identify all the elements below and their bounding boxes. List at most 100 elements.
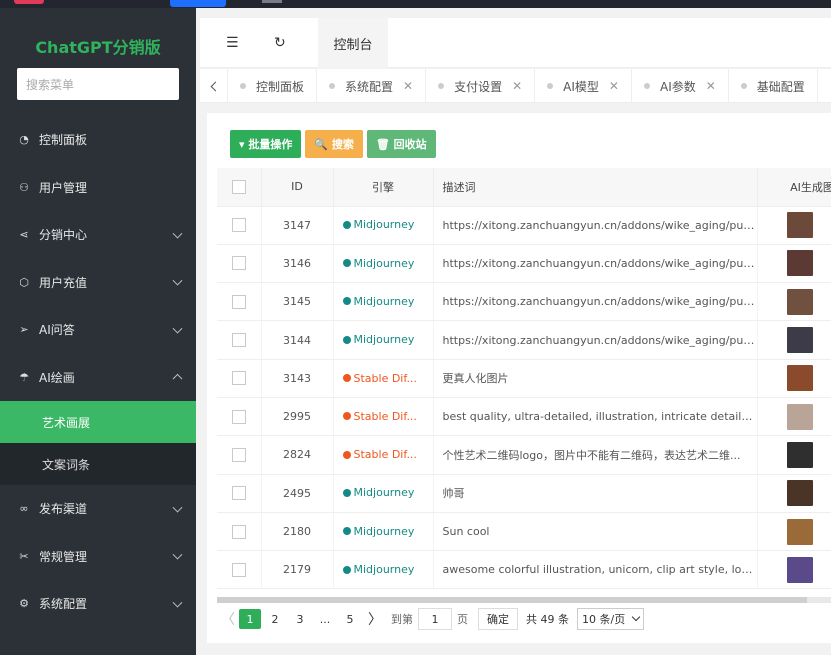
tab-2[interactable]: 支付设置 ✕ xyxy=(426,69,536,103)
sidebar-item-1[interactable]: ⚇ 用户管理 xyxy=(0,164,196,212)
recycle-bin-button[interactable]: 🗑 回收站 xyxy=(366,130,436,158)
row-checkbox[interactable] xyxy=(231,294,246,309)
column-ai-image[interactable]: AI生成图 xyxy=(757,168,831,207)
goto-page-input[interactable]: 1 xyxy=(418,608,452,630)
ai-image-thumbnail[interactable] xyxy=(787,556,813,583)
ai-image-thumbnail[interactable] xyxy=(787,365,813,392)
page-number[interactable]: 1 xyxy=(239,609,261,629)
row-checkbox[interactable] xyxy=(231,486,246,501)
tab-4[interactable]: AI参数 ✕ xyxy=(632,69,729,103)
row-id: 2179 xyxy=(261,550,334,590)
ai-image-thumbnail[interactable] xyxy=(787,327,813,354)
row-id: 2824 xyxy=(261,435,334,475)
tab-5[interactable]: 基础配置 xyxy=(729,69,818,103)
sidebar-menu: ◔ 控制面板 ⚇ 用户管理 ⋖ 分销中心 ⬡ 用户充值 ➢ AI问答 ☂ AI绘画 艺术画展 文案词条 ∞ 发… xyxy=(0,116,196,628)
ai-image-thumbnail[interactable] xyxy=(787,441,813,468)
page-number[interactable]: 3 xyxy=(289,609,311,629)
horizontal-scrollbar[interactable] xyxy=(217,597,831,603)
next-page-button[interactable]: 〉 xyxy=(364,609,386,629)
select-all-checkbox[interactable] xyxy=(231,179,246,194)
sidebar-item-2[interactable]: ⋖ 分销中心 xyxy=(0,211,196,259)
chevron-down-icon xyxy=(172,275,183,286)
ai-image-thumbnail[interactable] xyxy=(787,212,813,239)
sidebar-item-5[interactable]: ☂ AI绘画 xyxy=(0,354,196,402)
ai-image-thumbnail[interactable] xyxy=(787,250,813,277)
sidebar-item-6[interactable]: ∞ 发布渠道 xyxy=(0,485,196,533)
page-number[interactable]: 5 xyxy=(339,609,361,629)
close-icon[interactable]: ✕ xyxy=(512,79,522,93)
scrollbar-thumb[interactable] xyxy=(217,597,807,603)
row-image-cell xyxy=(757,282,831,322)
ai-image-thumbnail[interactable] xyxy=(787,403,813,430)
row-checkbox[interactable] xyxy=(231,409,246,424)
tab-console[interactable]: 控制台 xyxy=(318,18,388,68)
goto-confirm-button[interactable]: 确定 xyxy=(478,608,518,630)
table-row[interactable]: 2179 Midjourney awesome colorful illustrat… xyxy=(217,550,831,590)
chevron-down-icon xyxy=(631,612,641,622)
close-icon[interactable]: ✕ xyxy=(706,79,716,93)
row-checkbox[interactable] xyxy=(231,562,246,577)
row-id: 2995 xyxy=(261,397,334,437)
page-number[interactable]: 2 xyxy=(264,609,286,629)
row-image-cell xyxy=(757,512,831,552)
tabs-prev-button[interactable] xyxy=(200,69,228,103)
column-description[interactable]: 描述词 xyxy=(433,168,758,207)
sidebar-item-8[interactable]: ⚙ 系统配置 xyxy=(0,580,196,628)
menu-toggle-icon[interactable]: ☰ xyxy=(226,35,239,51)
menu-search-input[interactable]: 搜索菜单 xyxy=(17,68,179,100)
tab-3[interactable]: AI模型 ✕ xyxy=(535,69,632,103)
prev-page-button[interactable]: 〈 xyxy=(217,609,239,629)
table-row[interactable]: 3147 Midjourney https://xitong.zanchuangyu… xyxy=(217,206,831,245)
row-engine-cell: Midjourney xyxy=(333,206,434,245)
row-checkbox[interactable] xyxy=(231,371,246,386)
tab-label: 系统配置 xyxy=(345,79,394,94)
engine-tag: Midjourney xyxy=(342,257,414,270)
table-row[interactable]: 2995 Stable Dif... best quality, ultra-det… xyxy=(217,397,831,437)
refresh-icon[interactable]: ↻ xyxy=(274,35,286,51)
row-select-cell xyxy=(217,435,262,475)
submenu-item-1[interactable]: 文案词条 xyxy=(0,443,196,485)
table-row[interactable]: 3145 Midjourney https://xitong.zanchuangyu… xyxy=(217,282,831,322)
table-row[interactable]: 3146 Midjourney https://xitong.zanchuangyu… xyxy=(217,244,831,284)
engine-dot-icon xyxy=(342,259,351,268)
table-row[interactable]: 2824 Stable Dif... 个性艺术二维码logo，图片中不能有二维码，表… xyxy=(217,435,831,475)
submenu-item-0[interactable]: 艺术画展 xyxy=(0,401,196,443)
tab-label: 控制面板 xyxy=(256,79,305,94)
row-engine-cell: Stable Dif... xyxy=(333,397,434,437)
table-row[interactable]: 3143 Stable Dif... 更真人化图片 xyxy=(217,359,831,398)
sidebar-item-4[interactable]: ➢ AI问答 xyxy=(0,306,196,354)
engine-dot-icon xyxy=(342,450,351,459)
sidebar-item-3[interactable]: ⬡ 用户充值 xyxy=(0,259,196,307)
row-checkbox[interactable] xyxy=(231,256,246,271)
ai-paint-submenu: 艺术画展 文案词条 xyxy=(0,401,196,485)
sidebar-item-label: 发布渠道 xyxy=(39,502,88,517)
row-id: 3146 xyxy=(261,244,334,284)
row-checkbox[interactable] xyxy=(231,524,246,539)
sidebar-item-7[interactable]: ✂ 常规管理 xyxy=(0,533,196,581)
toolbar: ▾ 批量操作 🔍 搜索 🗑 回收站 xyxy=(230,130,436,158)
table-row[interactable]: 2180 Midjourney Sun cool xyxy=(217,512,831,552)
goto-prefix: 到第 xyxy=(391,613,413,626)
ai-image-thumbnail[interactable] xyxy=(787,480,813,507)
batch-operation-button[interactable]: ▾ 批量操作 xyxy=(230,130,302,158)
close-icon[interactable]: ✕ xyxy=(609,79,619,93)
top-nav-active-fragment[interactable] xyxy=(170,0,226,7)
sidebar-item-0[interactable]: ◔ 控制面板 xyxy=(0,116,196,164)
tab-0[interactable]: 控制面板 xyxy=(228,69,318,103)
column-engine[interactable]: 引擎 xyxy=(333,168,434,207)
row-checkbox[interactable] xyxy=(231,447,246,462)
close-icon[interactable]: ✕ xyxy=(403,79,413,93)
row-checkbox[interactable] xyxy=(231,218,246,233)
ai-image-thumbnail[interactable] xyxy=(787,518,813,545)
table-row[interactable]: 2495 Midjourney 帅哥 xyxy=(217,474,831,513)
column-id[interactable]: ID xyxy=(261,168,334,207)
page-size-select[interactable]: 10 条/页 xyxy=(577,608,645,630)
ai-image-thumbnail[interactable] xyxy=(787,288,813,315)
table-row[interactable]: 3144 Midjourney https://xitong.zanchuangyu… xyxy=(217,320,831,360)
search-button[interactable]: 🔍 搜索 xyxy=(305,130,363,158)
row-image-cell xyxy=(757,320,831,360)
row-checkbox[interactable] xyxy=(231,333,246,348)
tab-1[interactable]: 系统配置 ✕ xyxy=(317,69,427,103)
row-engine-cell: Midjourney xyxy=(333,282,434,322)
row-select-cell xyxy=(217,512,262,552)
